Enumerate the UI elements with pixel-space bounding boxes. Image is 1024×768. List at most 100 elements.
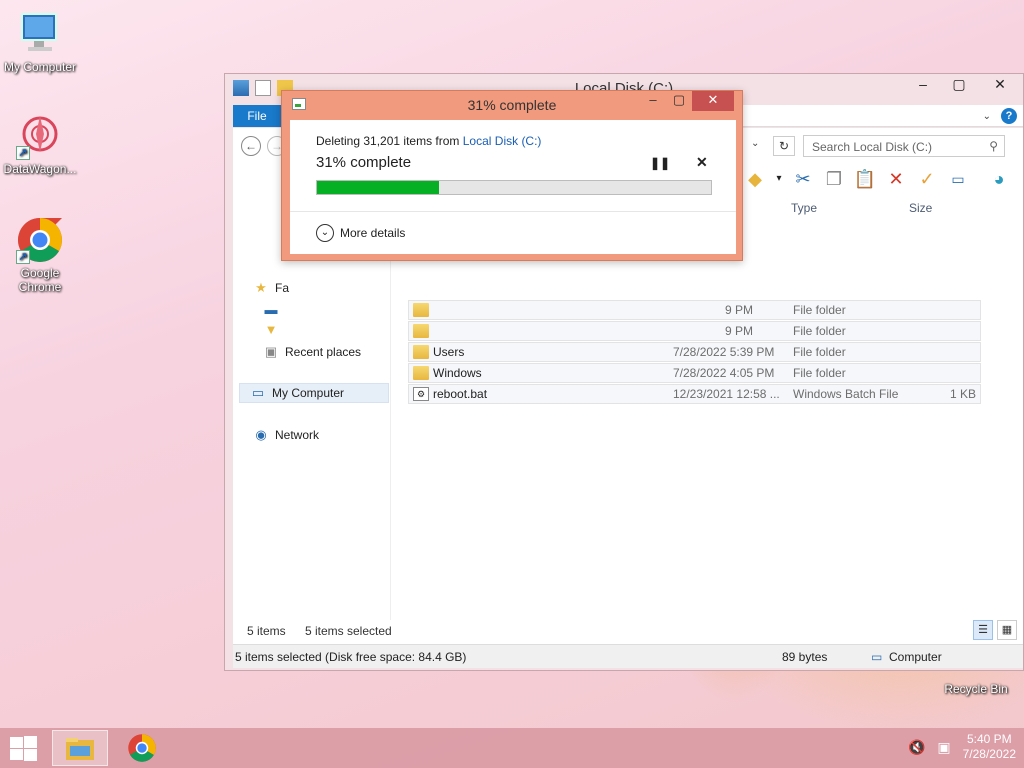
- desktop-icon-google-chrome[interactable]: ↗ Google Chrome: [0, 216, 80, 294]
- my-computer-icon: [16, 10, 64, 58]
- nav-recent-label: Recent places: [285, 345, 362, 359]
- folder-icon: [413, 303, 429, 317]
- more-details-label: More details: [340, 226, 406, 240]
- desktop-icon-label: Google Chrome: [18, 266, 62, 294]
- help-icon[interactable]: ?: [1001, 108, 1017, 124]
- clock-date: 7/28/2022: [962, 747, 1016, 761]
- dialog-window-controls: – ▢ ✕: [640, 91, 734, 111]
- progress-bar: [316, 180, 712, 195]
- dropdown-icon[interactable]: ▾: [774, 167, 784, 191]
- dialog-minimize-button[interactable]: –: [640, 91, 666, 111]
- start-button[interactable]: [8, 736, 38, 761]
- folder-icon: [413, 366, 429, 380]
- desktop-icon: ▬: [264, 302, 278, 317]
- batch-file-icon: ⚙: [413, 387, 429, 401]
- volume-muted-icon[interactable]: 🔇: [908, 739, 925, 756]
- column-header-size[interactable]: Size: [909, 194, 979, 222]
- clock-time: 5:40 PM: [966, 732, 1012, 746]
- taskbar-chrome[interactable]: [114, 730, 170, 766]
- paste-icon[interactable]: 📋: [853, 167, 877, 191]
- cancel-button[interactable]: ✕: [696, 154, 708, 171]
- status-bytes: 89 bytes: [782, 650, 828, 664]
- deleting-description: Deleting 31,201 items from Local Disk (C…: [316, 134, 541, 148]
- dialog-close-button[interactable]: ✕: [692, 91, 734, 111]
- refresh-button[interactable]: ↻: [773, 136, 795, 156]
- expand-ribbon-icon[interactable]: ⌄: [983, 111, 991, 122]
- star-icon: ★: [255, 280, 267, 295]
- more-details-button[interactable]: ⌄ More details: [316, 224, 405, 242]
- shell-icon[interactable]: ◕: [987, 167, 1011, 191]
- nav-network[interactable]: ◉ Network: [253, 425, 319, 445]
- desktop-icon-datawagon[interactable]: ↗ DataWagon...: [0, 112, 80, 176]
- maximize-button[interactable]: ▢: [941, 74, 977, 96]
- table-row[interactable]: 9 PM File folder: [408, 300, 981, 320]
- chrome-icon: ↗: [16, 216, 64, 264]
- shortcut-arrow-icon: ↗: [16, 250, 30, 264]
- file-name: reboot.bat: [433, 387, 488, 401]
- status-selection: 5 items selected (Disk free space: 84.4 …: [235, 650, 467, 664]
- desktop-icon-my-computer[interactable]: My Computer: [0, 10, 80, 74]
- close-button[interactable]: ✕: [977, 74, 1023, 96]
- file-explorer-icon: [66, 738, 94, 760]
- source-link[interactable]: Local Disk (C:): [463, 134, 542, 148]
- copy-icon[interactable]: ❐: [822, 167, 846, 191]
- toolbar-tools: ◆ ▾ ✂ ❐ 📋 ✕ ✓ ▭ ◕: [743, 167, 1011, 191]
- clock[interactable]: 5:40 PM 7/28/2022: [963, 732, 1016, 762]
- nav-my-computer[interactable]: ▭ My Computer: [239, 383, 389, 403]
- pause-button[interactable]: ❚❚: [650, 156, 670, 170]
- delete-progress-dialog: 31% complete – ▢ ✕ Deleting 31,201 items…: [281, 90, 743, 261]
- check-icon[interactable]: ✓: [915, 167, 939, 191]
- table-row[interactable]: Users 7/28/2022 5:39 PM File folder: [408, 342, 981, 362]
- downloads-icon: ▼: [264, 322, 278, 337]
- back-button[interactable]: ←: [241, 136, 261, 156]
- cut-icon[interactable]: ✂: [791, 167, 815, 191]
- system-tray: 🔇 ▣ 5:40 PM 7/28/2022: [908, 732, 1016, 762]
- table-row[interactable]: Windows 7/28/2022 4:05 PM File folder: [408, 363, 981, 383]
- status-computer-icon: ▭: [871, 650, 883, 664]
- desktop-icon-label: Recycle Bin: [944, 682, 1008, 696]
- file-type: File folder: [793, 303, 846, 317]
- minimize-button[interactable]: –: [905, 74, 941, 96]
- nav-recent-places[interactable]: ▣ Recent places: [263, 342, 361, 362]
- deleting-text: Deleting 31,201 items from: [316, 134, 463, 148]
- large-icons-view-icon[interactable]: ▦: [997, 620, 1017, 640]
- ribbon-right: ⌄ ?: [983, 108, 1017, 124]
- rename-icon[interactable]: ▭: [946, 167, 970, 191]
- details-view-icon[interactable]: ☰: [973, 620, 993, 640]
- percent-complete: 31% complete: [316, 154, 412, 171]
- desktop-icon-recycle-bin[interactable]: Recycle Bin: [936, 670, 1016, 696]
- delete-icon[interactable]: ✕: [884, 167, 908, 191]
- status-bar: 5 items selected (Disk free space: 84.4 …: [233, 644, 1023, 668]
- item-count-bar: 5 items 5 items selected ☰ ▦: [233, 620, 1023, 644]
- explorer-window-controls: – ▢ ✕: [905, 74, 1023, 96]
- view-buttons: ☰ ▦: [973, 620, 1017, 640]
- datawagon-icon: ↗: [16, 112, 64, 160]
- network-icon: ◉: [255, 427, 267, 442]
- address-dropdown-icon[interactable]: ⌄: [751, 138, 759, 149]
- computer-icon: ▭: [251, 385, 265, 400]
- desktop-icon-label: My Computer: [3, 60, 77, 74]
- status-location: Computer: [889, 650, 942, 664]
- file-size: 1 KB: [949, 387, 976, 401]
- file-tab[interactable]: File: [233, 105, 281, 127]
- file-name: Windows: [433, 366, 482, 380]
- nav-downloads[interactable]: ▼: [263, 320, 279, 340]
- nav-favorites-label: Fa: [275, 281, 290, 295]
- recent-places-icon: ▣: [264, 344, 278, 359]
- nav-desktop[interactable]: ▬: [263, 300, 279, 320]
- file-type: File folder: [793, 324, 846, 338]
- network-tray-icon[interactable]: ▣: [937, 739, 950, 756]
- table-row[interactable]: 9 PM File folder: [408, 321, 981, 341]
- progress-fill: [317, 181, 440, 194]
- folder-icon: [413, 324, 429, 338]
- windows-logo-pane: [24, 736, 37, 748]
- table-row[interactable]: ⚙ reboot.bat 12/23/2021 12:58 ... Window…: [408, 384, 981, 404]
- taskbar-file-explorer[interactable]: [52, 730, 108, 766]
- chrome-icon: [128, 734, 156, 762]
- search-input[interactable]: Search Local Disk (C:) ⚲: [803, 135, 1005, 157]
- select-icon[interactable]: ◆: [743, 167, 767, 191]
- search-placeholder: Search Local Disk (C:): [812, 140, 933, 154]
- column-header-type[interactable]: Type: [791, 194, 901, 222]
- nav-favorites[interactable]: ★ Fa: [253, 278, 289, 298]
- dialog-maximize-button[interactable]: ▢: [666, 91, 692, 111]
